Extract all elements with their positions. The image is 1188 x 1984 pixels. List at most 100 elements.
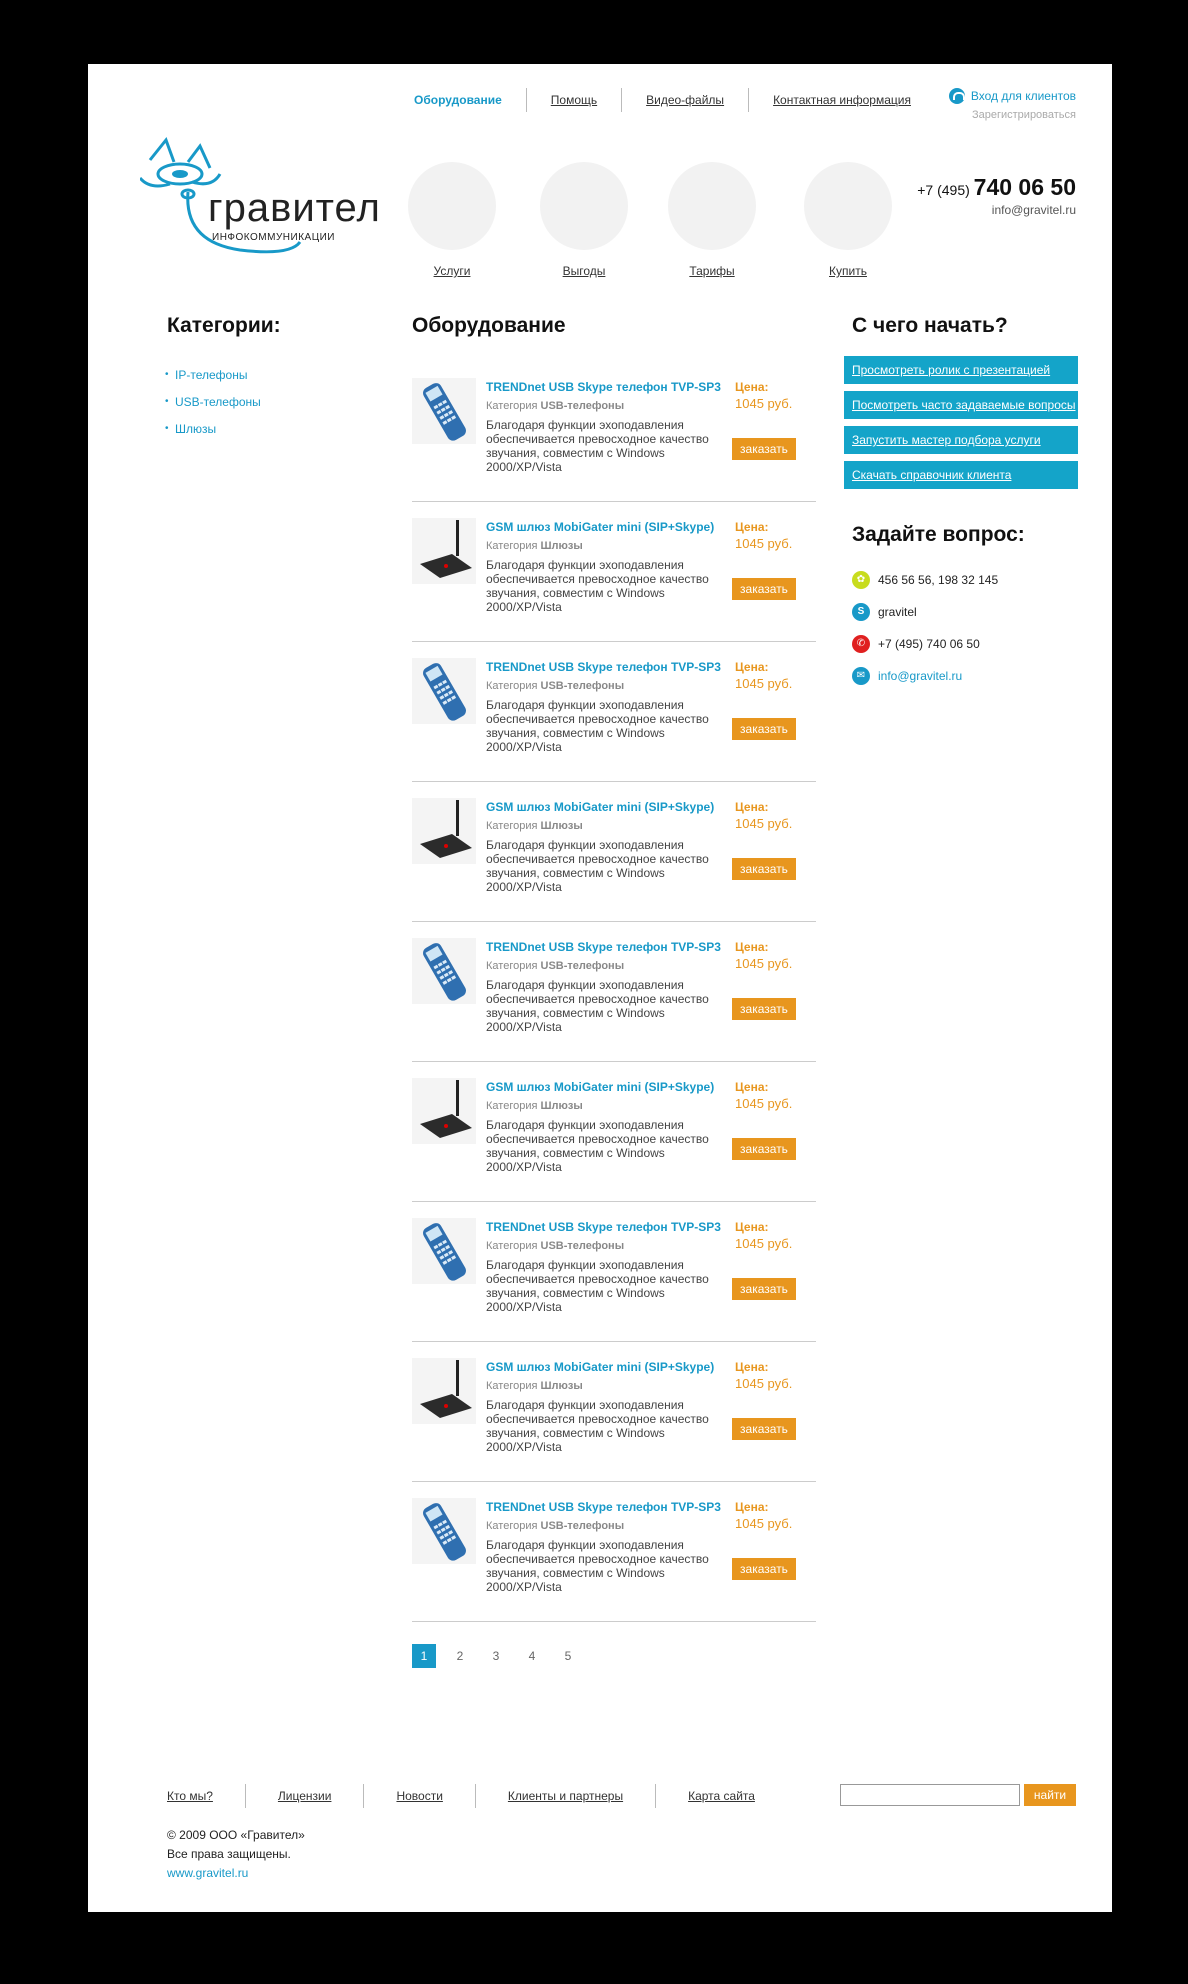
- product-category-link[interactable]: Шлюзы: [541, 1380, 583, 1392]
- circle-services[interactable]: Услуги: [408, 162, 496, 278]
- order-button[interactable]: заказать: [732, 1278, 796, 1300]
- circle-tariffs[interactable]: Тарифы: [668, 162, 756, 278]
- logo-name: гравител: [208, 186, 381, 230]
- product-category-link[interactable]: USB-телефоны: [541, 1520, 625, 1532]
- usb-phone-image[interactable]: [412, 1218, 476, 1284]
- price-label: Цена:: [735, 1080, 769, 1094]
- topnav-video[interactable]: Видео-файлы: [621, 88, 748, 112]
- product-title-link[interactable]: GSM шлюз MobiGater mini (SIP+Skype): [486, 1360, 714, 1374]
- order-button[interactable]: заказать: [732, 578, 796, 600]
- contact-text: gravitel: [878, 605, 917, 619]
- price-label: Цена:: [735, 1360, 769, 1374]
- circle-image: [408, 162, 496, 250]
- search-input[interactable]: [840, 1784, 1020, 1806]
- page-5[interactable]: 5: [556, 1644, 580, 1668]
- footer-about[interactable]: Кто мы?: [167, 1784, 245, 1808]
- categories-title: Категории:: [167, 314, 281, 337]
- category-item: USB-телефоны: [165, 395, 367, 409]
- product-category-link[interactable]: USB-телефоны: [541, 960, 625, 972]
- category-usb-phones[interactable]: USB-телефоны: [175, 395, 261, 409]
- order-button[interactable]: заказать: [732, 718, 796, 740]
- start-title: С чего начать?: [852, 314, 1008, 337]
- order-button[interactable]: заказать: [732, 1138, 796, 1160]
- gsm-gateway-image[interactable]: [412, 798, 476, 864]
- category-ip-phones[interactable]: IP-телефоны: [175, 368, 247, 382]
- order-button[interactable]: заказать: [732, 1558, 796, 1580]
- product-item: GSM шлюз MobiGater mini (SIP+Skype) Катег…: [412, 782, 816, 922]
- footer-news[interactable]: Новости: [363, 1784, 474, 1808]
- product-title-link[interactable]: TRENDnet USB Skype телефон TVP-SP3: [486, 380, 721, 394]
- page-3[interactable]: 3: [484, 1644, 508, 1668]
- product-item: GSM шлюз MobiGater mini (SIP+Skype) Катег…: [412, 1062, 816, 1202]
- gsm-gateway-image[interactable]: [412, 1078, 476, 1144]
- product-title-link[interactable]: TRENDnet USB Skype телефон TVP-SP3: [486, 940, 721, 954]
- product-item: TRENDnet USB Skype телефон TVP-SP3 Катего…: [412, 1482, 816, 1622]
- gsm-gateway-image[interactable]: [412, 1358, 476, 1424]
- gsm-gateway-image[interactable]: [412, 518, 476, 584]
- header-email-link[interactable]: info@gravitel.ru: [917, 203, 1076, 217]
- services-link[interactable]: Услуги: [408, 264, 496, 278]
- usb-phone-image[interactable]: [412, 658, 476, 724]
- buy-link[interactable]: Купить: [804, 264, 892, 278]
- product-title-link[interactable]: TRENDnet USB Skype телефон TVP-SP3: [486, 660, 721, 674]
- product-category-link[interactable]: Шлюзы: [541, 540, 583, 552]
- usb-phone-image[interactable]: [412, 938, 476, 1004]
- page-4[interactable]: 4: [520, 1644, 544, 1668]
- login-box: Вход для клиентов Зарегистрироваться: [948, 88, 1076, 121]
- logo[interactable]: гравител ИНФОКОММУНИКАЦИИ: [138, 132, 381, 262]
- product-category-link[interactable]: Шлюзы: [541, 1100, 583, 1112]
- product-title-link[interactable]: GSM шлюз MobiGater mini (SIP+Skype): [486, 520, 714, 534]
- order-button[interactable]: заказать: [732, 998, 796, 1020]
- usb-phone-image[interactable]: [412, 378, 476, 444]
- topnav-contacts[interactable]: Контактная информация: [748, 88, 935, 112]
- product-price: 1045 руб.: [735, 956, 793, 971]
- site-link[interactable]: www.gravitel.ru: [167, 1866, 248, 1880]
- footer-sitemap[interactable]: Карта сайта: [655, 1784, 787, 1808]
- faq-button[interactable]: Посмотреть часто задаваемые вопросы: [844, 391, 1078, 419]
- mail-icon: ✉: [852, 667, 870, 685]
- product-category-link[interactable]: USB-телефоны: [541, 1240, 625, 1252]
- order-button[interactable]: заказать: [732, 858, 796, 880]
- order-button[interactable]: заказать: [732, 438, 796, 460]
- topnav-help[interactable]: Помощь: [525, 88, 621, 112]
- product-description: Благодаря функции эхоподавления обеспечи…: [486, 558, 709, 614]
- register-link[interactable]: Зарегистрироваться: [949, 109, 1076, 121]
- start-buttons: Просмотреть ролик с презентацией Посмотр…: [844, 356, 1080, 489]
- footer-nav: Кто мы? Лицензии Новости Клиенты и партн…: [167, 1784, 787, 1808]
- price-label: Цена:: [735, 660, 769, 674]
- category-item: IP-телефоны: [165, 368, 367, 382]
- service-wizard-button[interactable]: Запустить мастер подбора услуги: [844, 426, 1078, 454]
- benefits-link[interactable]: Выгоды: [540, 264, 628, 278]
- product-category-link[interactable]: USB-телефоны: [541, 680, 625, 692]
- product-category-link[interactable]: Шлюзы: [541, 820, 583, 832]
- login-link[interactable]: Вход для клиентов: [971, 89, 1076, 103]
- product-title-link[interactable]: TRENDnet USB Skype телефон TVP-SP3: [486, 1220, 721, 1234]
- circle-buy[interactable]: Купить: [804, 162, 892, 278]
- download-guide-button[interactable]: Скачать справочник клиента: [844, 461, 1078, 489]
- product-title-link[interactable]: GSM шлюз MobiGater mini (SIP+Skype): [486, 800, 714, 814]
- search-button[interactable]: найти: [1024, 1784, 1076, 1806]
- product-list: TRENDnet USB Skype телефон TVP-SP3 Катего…: [412, 362, 816, 1622]
- order-button[interactable]: заказать: [732, 1418, 796, 1440]
- product-title-link[interactable]: TRENDnet USB Skype телефон TVP-SP3: [486, 1500, 721, 1514]
- product-title-link[interactable]: GSM шлюз MobiGater mini (SIP+Skype): [486, 1080, 714, 1094]
- topnav-equipment[interactable]: Оборудование: [414, 88, 526, 112]
- page-1[interactable]: 1: [412, 1644, 436, 1668]
- product-price: 1045 руб.: [735, 1516, 793, 1531]
- product-price: 1045 руб.: [735, 676, 793, 691]
- category-gateways[interactable]: Шлюзы: [175, 422, 216, 436]
- skype-icon: S: [852, 603, 870, 621]
- footer-partners[interactable]: Клиенты и партнеры: [474, 1784, 655, 1808]
- footer-licenses[interactable]: Лицензии: [244, 1784, 364, 1808]
- usb-phone-image[interactable]: [412, 1498, 476, 1564]
- price-label: Цена:: [735, 380, 769, 394]
- watch-presentation-button[interactable]: Просмотреть ролик с презентацией: [844, 356, 1078, 384]
- page-2[interactable]: 2: [448, 1644, 472, 1668]
- contact-list: ✿ 456 56 56, 198 32 145 Sgravitel ✆ +7 (495)…: [852, 571, 1080, 685]
- tariffs-link[interactable]: Тарифы: [668, 264, 756, 278]
- category-list: IP-телефоны USB-телефоны Шлюзы: [165, 368, 367, 436]
- contact-email-link[interactable]: info@gravitel.ru: [878, 669, 962, 683]
- circle-benefits[interactable]: Выгоды: [540, 162, 628, 278]
- product-description: Благодаря функции эхоподавления обеспечи…: [486, 978, 709, 1034]
- product-category-link[interactable]: USB-телефоны: [541, 400, 625, 412]
